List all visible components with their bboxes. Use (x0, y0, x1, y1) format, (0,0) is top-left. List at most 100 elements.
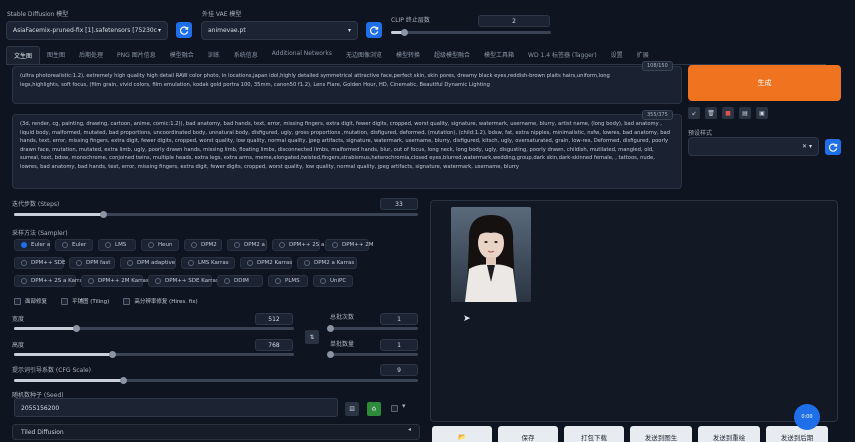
radio-icon[interactable] (279, 242, 285, 248)
width-value[interactable]: 512 (255, 313, 293, 325)
slider-knob[interactable] (400, 29, 408, 36)
sampler-option[interactable]: DPM adaptive (120, 257, 176, 269)
extra-networks-icon[interactable]: ■ (722, 107, 734, 119)
radio-icon[interactable] (62, 242, 68, 248)
clip-slider[interactable] (391, 29, 551, 36)
sampler-option[interactable]: Euler a (14, 239, 50, 251)
tab-9[interactable]: 模型转换 (389, 46, 427, 64)
radio-icon[interactable] (127, 260, 133, 266)
radio-icon[interactable] (191, 242, 197, 248)
slider-knob[interactable] (99, 211, 107, 218)
collapse-icon[interactable]: ◂ (408, 426, 411, 433)
option-checkbox[interactable]: 面部修复 (14, 297, 47, 305)
sampler-option[interactable]: DPM2 (184, 239, 222, 251)
model-dropdown[interactable]: AsiaFacemix-pruned-fix [1].safetensors [… (6, 21, 168, 40)
sampler-option[interactable]: DPM2 a Karras (297, 257, 357, 269)
recycle-icon[interactable]: ♻ (367, 402, 381, 416)
save-style-icon[interactable]: ▣ (756, 107, 768, 119)
sampler-option[interactable]: LMS Karras (181, 257, 235, 269)
prompt-textarea[interactable]: (ultra photorealistic:1.2), extremely hi… (12, 66, 682, 104)
tiled-diffusion-accordion[interactable]: Tiled Diffusion (12, 424, 420, 440)
tab-5[interactable]: 训练 (201, 46, 227, 64)
tab-12[interactable]: WD 1.4 标签器 (Tagger) (521, 46, 604, 64)
sampler-option[interactable]: Euler (55, 239, 93, 251)
read-params-icon[interactable]: ↙ (688, 107, 700, 119)
dice-icon[interactable]: ⚄ (345, 402, 359, 416)
radio-icon[interactable] (21, 242, 27, 248)
sampler-option[interactable]: DPM++ SDE (14, 257, 65, 269)
sampler-option[interactable]: DPM++ SDE Karras (148, 275, 219, 287)
output-action-button[interactable]: 发送到重绘 (698, 426, 760, 442)
chevron-down-icon[interactable]: ▾ (402, 402, 406, 410)
radio-icon[interactable] (247, 260, 253, 266)
clipboard-icon[interactable]: ▤ (739, 107, 751, 119)
sampler-option[interactable]: DPM2 a (227, 239, 267, 251)
style-dropdown[interactable]: ✕ ▾ (688, 137, 819, 156)
refresh-model-button[interactable] (176, 22, 192, 38)
slider-knob[interactable] (109, 351, 116, 358)
width-slider[interactable] (14, 325, 294, 332)
trash-icon[interactable]: 🗑 (705, 107, 717, 119)
radio-icon[interactable] (21, 278, 27, 284)
radio-icon[interactable] (88, 278, 94, 284)
seed-input[interactable]: 2055156200 (14, 398, 338, 417)
output-action-button[interactable]: 保存 (498, 426, 558, 442)
radio-icon[interactable] (332, 242, 338, 248)
height-value[interactable]: 768 (255, 339, 293, 351)
output-action-button[interactable]: 打包下载 (564, 426, 624, 442)
sampler-option[interactable]: UniPC (313, 275, 353, 287)
radio-icon[interactable] (105, 242, 111, 248)
sampler-option[interactable]: DPM++ 2S a Karras (14, 275, 86, 287)
radio-icon[interactable] (76, 260, 82, 266)
open-folder-button[interactable]: 📂 (432, 426, 492, 442)
checkbox-icon[interactable] (123, 297, 131, 305)
steps-value[interactable]: 33 (380, 198, 418, 210)
height-slider[interactable] (14, 351, 294, 358)
tab-10[interactable]: 超级模型融合 (427, 46, 477, 64)
tab-3[interactable]: PNG 图片信息 (110, 46, 163, 64)
generate-button[interactable]: 生成 (688, 65, 841, 101)
clip-value[interactable]: 2 (478, 15, 550, 27)
radio-icon[interactable] (234, 242, 240, 248)
tab-8[interactable]: 无边图像浏览 (339, 46, 389, 64)
slider-knob[interactable] (72, 325, 80, 332)
sampler-option[interactable]: DPM++ 2M Karras (81, 275, 149, 287)
output-action-button[interactable]: 发送到图生 (630, 426, 692, 442)
refresh-vae-button[interactable] (366, 22, 382, 38)
generated-image-thumbnail[interactable] (451, 207, 531, 302)
radio-icon[interactable] (21, 260, 27, 266)
sampler-option[interactable]: DPM++ 2M (325, 239, 374, 251)
steps-slider[interactable] (14, 211, 418, 218)
tab-1[interactable]: 图生图 (40, 46, 72, 64)
batch-count-value[interactable]: 1 (380, 313, 418, 325)
radio-icon[interactable] (188, 260, 194, 266)
sampler-option[interactable]: DPM fast (69, 257, 115, 269)
radio-icon[interactable] (320, 278, 326, 284)
sampler-option[interactable]: DPM2 Karras (240, 257, 292, 269)
radio-icon[interactable] (224, 278, 230, 284)
sampler-option[interactable]: LMS (98, 239, 136, 251)
clear-icon[interactable]: ✕ ▾ (802, 143, 812, 150)
radio-icon[interactable] (304, 260, 310, 266)
batch-size-value[interactable]: 1 (380, 339, 418, 351)
slider-knob[interactable] (327, 351, 334, 358)
tab-13[interactable]: 设置 (604, 46, 630, 64)
slider-knob[interactable] (327, 325, 334, 332)
radio-icon[interactable] (148, 242, 154, 248)
option-checkbox[interactable]: 高分辨率修复 (Hires. fix) (123, 297, 198, 305)
vae-dropdown[interactable]: animevae.pt ▾ (201, 21, 358, 40)
sampler-option[interactable]: DDIM (217, 275, 263, 287)
extra-seed-checkbox[interactable] (391, 405, 398, 412)
slider-knob[interactable] (120, 377, 128, 384)
tab-4[interactable]: 模型融合 (163, 46, 201, 64)
option-checkbox[interactable]: 平铺图 (Tiling) (61, 297, 109, 305)
batch-count-slider[interactable] (327, 325, 418, 332)
tab-2[interactable]: 后期处理 (72, 46, 110, 64)
checkbox-icon[interactable] (61, 297, 69, 305)
radio-icon[interactable] (155, 278, 161, 284)
negative-prompt-textarea[interactable]: (3d, render, cg, painting, drawing, cart… (12, 114, 682, 189)
radio-icon[interactable] (275, 278, 281, 284)
tab-0[interactable]: 文生图 (6, 46, 41, 64)
tab-11[interactable]: 模型工具箱 (477, 46, 521, 64)
sampler-option[interactable]: Heun (141, 239, 179, 251)
